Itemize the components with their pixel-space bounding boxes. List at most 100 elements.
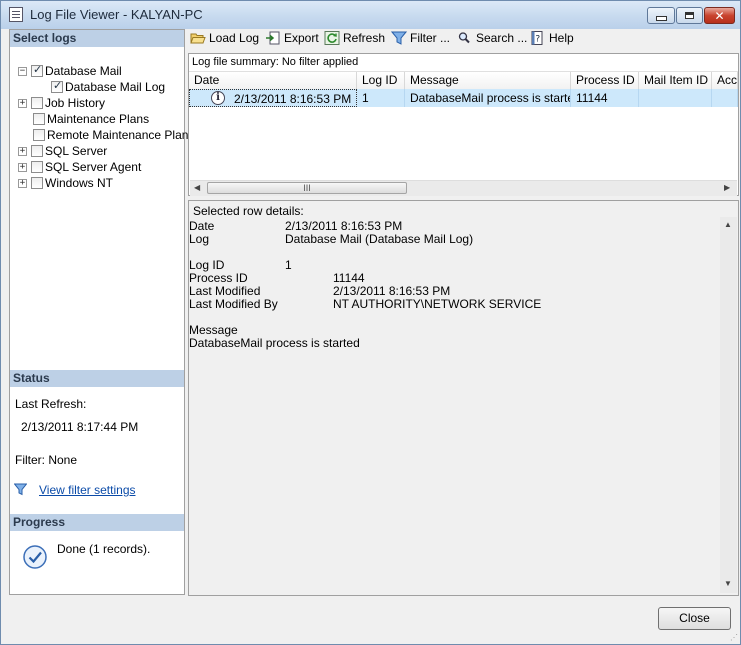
filter-funnel-icon (391, 31, 407, 45)
tree-item-remote-maintenance-plans[interactable]: Remote Maintenance Plans (33, 127, 194, 143)
filter-funnel-icon (14, 483, 27, 496)
tree-item-label: Database Mail Log (65, 80, 166, 94)
close-button[interactable]: Close (658, 607, 731, 630)
last-refresh-value: 2/13/2011 8:17:44 PM (21, 420, 139, 434)
detail-last-modified-by-label: Last Modified By (189, 297, 278, 311)
column-header-date[interactable]: Date (189, 72, 357, 89)
scroll-down-icon[interactable]: ▼ (724, 579, 732, 588)
help-label: Help (549, 31, 574, 45)
toolbar: Load Log Export Refresh Filter ... Searc… (188, 29, 741, 47)
search-label: Search ... (476, 31, 528, 45)
checkbox-sql-server-agent[interactable] (31, 161, 43, 173)
scroll-right-icon[interactable]: ▶ (724, 183, 730, 192)
detail-date-label: Date (189, 219, 215, 233)
cell-process-id[interactable]: 11144 (571, 89, 639, 107)
cell-mail-item-id[interactable] (639, 89, 712, 107)
detail-log-id-label: Log ID (189, 258, 225, 272)
load-log-label: Load Log (209, 31, 260, 45)
collapse-icon[interactable]: − (18, 66, 27, 76)
checkbox-job-history[interactable] (31, 97, 43, 109)
tree-item-job-history[interactable]: + Job History (18, 95, 105, 111)
column-header-process-id[interactable]: Process ID (571, 72, 639, 89)
cell-date[interactable]: 2/13/2011 8:16:53 PM (189, 89, 357, 107)
detail-log-value: Database Mail (Database Mail Log) (285, 232, 474, 246)
export-icon (266, 31, 280, 45)
expand-icon[interactable]: + (18, 98, 27, 108)
scroll-left-icon[interactable]: ◀ (194, 183, 200, 192)
window-close-button[interactable]: ✕ (704, 7, 735, 24)
log-viewer-icon (9, 7, 23, 22)
tree-item-sql-server[interactable]: + SQL Server (18, 143, 107, 159)
column-header-acc[interactable]: Acc (712, 72, 738, 89)
tree-item-label: SQL Server (45, 144, 108, 158)
tree-item-database-mail[interactable]: − Database Mail (18, 63, 122, 79)
detail-process-id-label: Process ID (189, 271, 248, 285)
cell-acc[interactable] (712, 89, 738, 107)
log-tree: − Database Mail Database Mail Log + Job … (10, 47, 194, 387)
tree-item-windows-nt[interactable]: + Windows NT (18, 175, 113, 191)
grid-horizontal-scrollbar[interactable]: ◀ III ▶ (190, 180, 737, 196)
expand-icon[interactable]: + (18, 146, 27, 156)
table-row[interactable]: i 2/13/2011 8:16:53 PM 1 DatabaseMail pr… (189, 89, 738, 107)
detail-last-modified-by-value: NT AUTHORITY\NETWORK SERVICE (333, 297, 542, 311)
checkbox-sql-server[interactable] (31, 145, 43, 157)
detail-last-modified-label: Last Modified (189, 284, 261, 298)
status-header: Status (10, 370, 184, 387)
export-button[interactable]: Export (265, 29, 319, 47)
scroll-up-icon[interactable]: ▲ (724, 220, 732, 229)
search-button[interactable]: Search ... (457, 29, 527, 47)
log-file-viewer-window: Log File Viewer - KALYAN-PC ✕ Select log… (0, 0, 741, 645)
folder-open-icon (190, 33, 206, 44)
detail-date-value: 2/13/2011 8:16:53 PM (285, 219, 403, 233)
filter-button[interactable]: Filter ... (391, 29, 450, 47)
status-section: Status Last Refresh: 2/13/2011 8:17:44 P… (10, 370, 184, 497)
detail-process-id-value: 11144 (333, 271, 365, 285)
refresh-label: Refresh (343, 31, 386, 45)
scrollbar-thumb[interactable]: III (207, 182, 407, 194)
refresh-button[interactable]: Refresh (324, 29, 385, 47)
selected-row-details: Selected row details: Date 2/13/2011 8:1… (188, 200, 739, 596)
expand-icon[interactable]: + (18, 162, 27, 172)
expand-icon[interactable]: + (18, 178, 27, 188)
column-header-message[interactable]: Message (405, 72, 571, 89)
refresh-icon (324, 31, 340, 45)
tree-item-maintenance-plans[interactable]: Maintenance Plans (33, 111, 149, 127)
detail-message-label: Message (189, 323, 238, 337)
help-book-icon: ? (531, 31, 543, 45)
detail-last-modified-value: 2/13/2011 8:16:53 PM (333, 284, 451, 298)
progress-header: Progress (10, 514, 184, 531)
grid-header-row: Date Log ID Message Process ID Mail Item… (189, 71, 738, 90)
filter-label: Filter ... (410, 31, 451, 45)
cell-message[interactable]: DatabaseMail process is started (405, 89, 571, 107)
checkbox-windows-nt[interactable] (31, 177, 43, 189)
progress-section: Progress Done (1 records). (10, 514, 184, 569)
checkbox-maintenance-plans[interactable] (33, 113, 45, 125)
tree-item-label: Maintenance Plans (47, 112, 150, 126)
resize-grip-icon[interactable]: ⋰ (730, 633, 738, 642)
minimize-icon (655, 16, 667, 21)
cell-log-id[interactable]: 1 (357, 89, 405, 107)
column-header-mail-item-id[interactable]: Mail Item ID (639, 72, 712, 89)
left-panel: Select logs − Database Mail Database Mai… (9, 29, 194, 595)
minimize-button[interactable] (647, 7, 675, 24)
tree-item-database-mail-log[interactable]: Database Mail Log (51, 79, 165, 95)
checkbox-database-mail-log[interactable] (51, 79, 63, 93)
load-log-button[interactable]: Load Log (190, 29, 259, 47)
column-header-log-id[interactable]: Log ID (357, 72, 405, 89)
checkbox-remote-maintenance-plans[interactable] (33, 129, 45, 141)
tree-item-sql-server-agent[interactable]: + SQL Server Agent (18, 159, 141, 175)
grid-summary: Log file summary: No filter applied (192, 56, 359, 68)
select-logs-header: Select logs (10, 30, 184, 47)
view-filter-settings-link[interactable]: View filter settings (39, 483, 136, 497)
details-vertical-scrollbar[interactable]: ▲ ▼ (720, 217, 737, 593)
title-bar[interactable]: Log File Viewer - KALYAN-PC ✕ (1, 1, 740, 29)
window-title: Log File Viewer - KALYAN-PC (30, 7, 203, 22)
detail-log-label: Log (189, 232, 210, 246)
close-icon: ✕ (714, 8, 725, 23)
progress-text: Done (1 records). (57, 542, 151, 556)
checkmark-circle-icon (23, 545, 47, 569)
help-button[interactable]: ? Help (530, 29, 574, 47)
tree-item-label: Remote Maintenance Plans (47, 128, 195, 142)
maximize-button[interactable] (676, 7, 703, 24)
checkbox-database-mail[interactable] (31, 63, 43, 77)
